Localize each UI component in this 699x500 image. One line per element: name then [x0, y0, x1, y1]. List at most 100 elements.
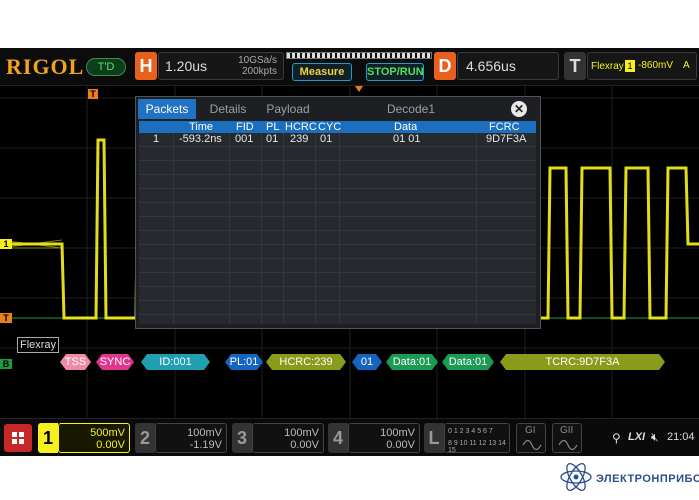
column-divider	[476, 133, 477, 324]
ch3-panel[interactable]: 100mV 0.00V	[252, 423, 324, 453]
ch4-offset: 0.00V	[386, 439, 415, 451]
row-fid: 001	[235, 133, 254, 145]
timebase-value: 1.20us	[165, 58, 208, 74]
bus-label: Flexray	[17, 337, 59, 353]
col-hcrc: HCRC	[285, 121, 317, 133]
ch1-number[interactable]: 1	[38, 423, 58, 453]
trigger-channel-badge: 1	[625, 60, 635, 72]
col-fcrc: FCRC	[489, 121, 520, 133]
ch1-scale: 500mV	[90, 427, 125, 439]
bus-segment-sync: SYNC	[96, 354, 134, 370]
packets-table: Time FID PL HCRC CYC Data FCRC 1 -593.2n…	[139, 121, 536, 324]
tab-details[interactable]: Details	[198, 99, 258, 119]
col-data: Data	[394, 121, 418, 133]
delay-value: 4.656us	[466, 58, 516, 74]
ch2-scale: 100mV	[187, 427, 222, 439]
column-divider	[339, 133, 340, 324]
sample-rate: 10GSa/s	[238, 55, 277, 66]
col-fid: FID	[236, 121, 254, 133]
bus-segment-cycle: 01	[352, 354, 382, 370]
watermark: ЭЛЕКТРОНПРИБОР	[556, 459, 699, 497]
column-divider	[229, 133, 230, 324]
ch3-number[interactable]: 3	[232, 423, 252, 453]
close-icon[interactable]: ✕	[511, 101, 527, 117]
memory-bar-icon	[286, 52, 432, 59]
ch2-number[interactable]: 2	[135, 423, 155, 453]
delay-panel[interactable]: 4.656us	[457, 52, 559, 80]
bus-segment-tcrc: TCRC:9D7F3A	[500, 354, 665, 370]
row-fcrc: 9D7F3A	[486, 133, 527, 145]
bus-offset-marker[interactable]: B	[0, 359, 12, 369]
sine-wave-icon	[558, 439, 578, 451]
row-pl: 01	[266, 133, 279, 145]
ch3-scale: 100mV	[284, 427, 319, 439]
bottom-channel-bar: 1 500mV 0.00V 2 100mV -1.19V 3 100mV 0.0…	[0, 418, 699, 456]
stop-run-button[interactable]: STOP/RUN	[366, 63, 424, 81]
logic-bits-low: 0 1 2 3 4 5 6 7	[448, 428, 493, 435]
col-time: Time	[189, 121, 214, 133]
top-toolbar: RIGOL T'D H 1.20us 10GSa/s 200kpts Measu…	[0, 48, 699, 86]
oscilloscope-screen: RIGOL T'D H 1.20us 10GSa/s 200kpts Measu…	[0, 48, 699, 456]
generator-2-button[interactable]: GII	[552, 423, 582, 453]
trigger-status-badge[interactable]: T'D	[86, 58, 126, 76]
col-cyc: CYC	[318, 121, 342, 133]
delay-letter[interactable]: D	[434, 52, 456, 80]
memory-depth: 200kpts	[241, 66, 277, 77]
column-divider	[173, 133, 174, 324]
trigger-letter[interactable]: T	[564, 52, 586, 80]
menu-grid-icon[interactable]	[4, 424, 32, 452]
row-data: 01 01	[393, 133, 421, 145]
lxi-icon: LXI	[628, 431, 646, 443]
column-divider	[315, 133, 316, 324]
bus-segment-tss: TSS	[60, 354, 91, 370]
horizontal-letter[interactable]: H	[135, 52, 157, 80]
row-cyc: 01	[320, 133, 333, 145]
col-pl: PL	[266, 121, 280, 133]
dialog-tabs: Packets Details Payload Decode1 ✕	[136, 99, 540, 119]
tab-packets[interactable]: Packets	[138, 99, 196, 119]
trigger-source: Flexray	[591, 61, 624, 72]
table-header: Time FID PL HCRC CYC Data FCRC	[139, 121, 536, 133]
decode-packets-dialog: Packets Details Payload Decode1 ✕ Time F…	[135, 96, 541, 329]
trigger-mode: A	[683, 60, 690, 71]
ch1-panel[interactable]: 500mV 0.00V	[58, 423, 130, 453]
ch4-scale: 100mV	[380, 427, 415, 439]
trigger-level: -860mV	[638, 60, 674, 71]
mute-speaker-icon[interactable]: 🔇︎	[651, 430, 659, 445]
logic-letter[interactable]: L	[424, 423, 444, 453]
logic-panel[interactable]: 0 1 2 3 4 5 6 7 8 9 10 11 12 13 14 15	[444, 423, 510, 454]
ch1-offset-marker[interactable]: 1	[0, 239, 12, 249]
row-time: -593.2ns	[179, 133, 222, 145]
bus-segment-id: ID:001	[141, 354, 210, 370]
watermark-text: ЭЛЕКТРОНПРИБОР	[596, 473, 699, 485]
bus-segment-hcrc: HCRC:239	[266, 354, 346, 370]
ch4-panel[interactable]: 100mV 0.00V	[348, 423, 420, 453]
trigger-panel[interactable]: Flexray 1 -860mV A	[587, 52, 697, 80]
measure-button[interactable]: Measure	[292, 63, 352, 81]
ch2-panel[interactable]: 100mV -1.19V	[155, 423, 227, 453]
bus-segment-pl: PL:01	[225, 354, 263, 370]
atom-logo-icon	[560, 463, 592, 491]
ch3-offset: 0.00V	[290, 439, 319, 451]
delay-marker-icon	[355, 86, 363, 92]
ch4-number[interactable]: 4	[328, 423, 348, 453]
ch1-offset: 0.00V	[96, 439, 125, 451]
generator-1-button[interactable]: GI	[516, 423, 546, 453]
row-index: 1	[153, 133, 160, 145]
rigol-logo: RIGOL	[6, 54, 85, 79]
sine-wave-icon	[522, 439, 542, 451]
horizontal-panel[interactable]: 1.20us 10GSa/s 200kpts	[158, 52, 284, 80]
bus-segment-data-1: Data:01	[386, 354, 438, 370]
column-divider	[261, 133, 262, 324]
column-divider	[283, 133, 284, 324]
row-hcrc: 239	[290, 133, 309, 145]
ch2-offset: -1.19V	[189, 439, 222, 451]
bus-segment-data-2: Data:01	[442, 354, 494, 370]
logic-bits-high: 8 9 10 11 12 13 14 15	[448, 440, 506, 454]
tab-payload[interactable]: Payload	[258, 99, 318, 119]
trigger-position-marker[interactable]: T	[88, 89, 98, 99]
clock-time: 21:04	[667, 431, 695, 443]
usb-icon: ⚲	[612, 431, 621, 445]
decoder-name: Decode1	[386, 102, 436, 116]
trigger-level-marker[interactable]: T	[0, 313, 12, 323]
